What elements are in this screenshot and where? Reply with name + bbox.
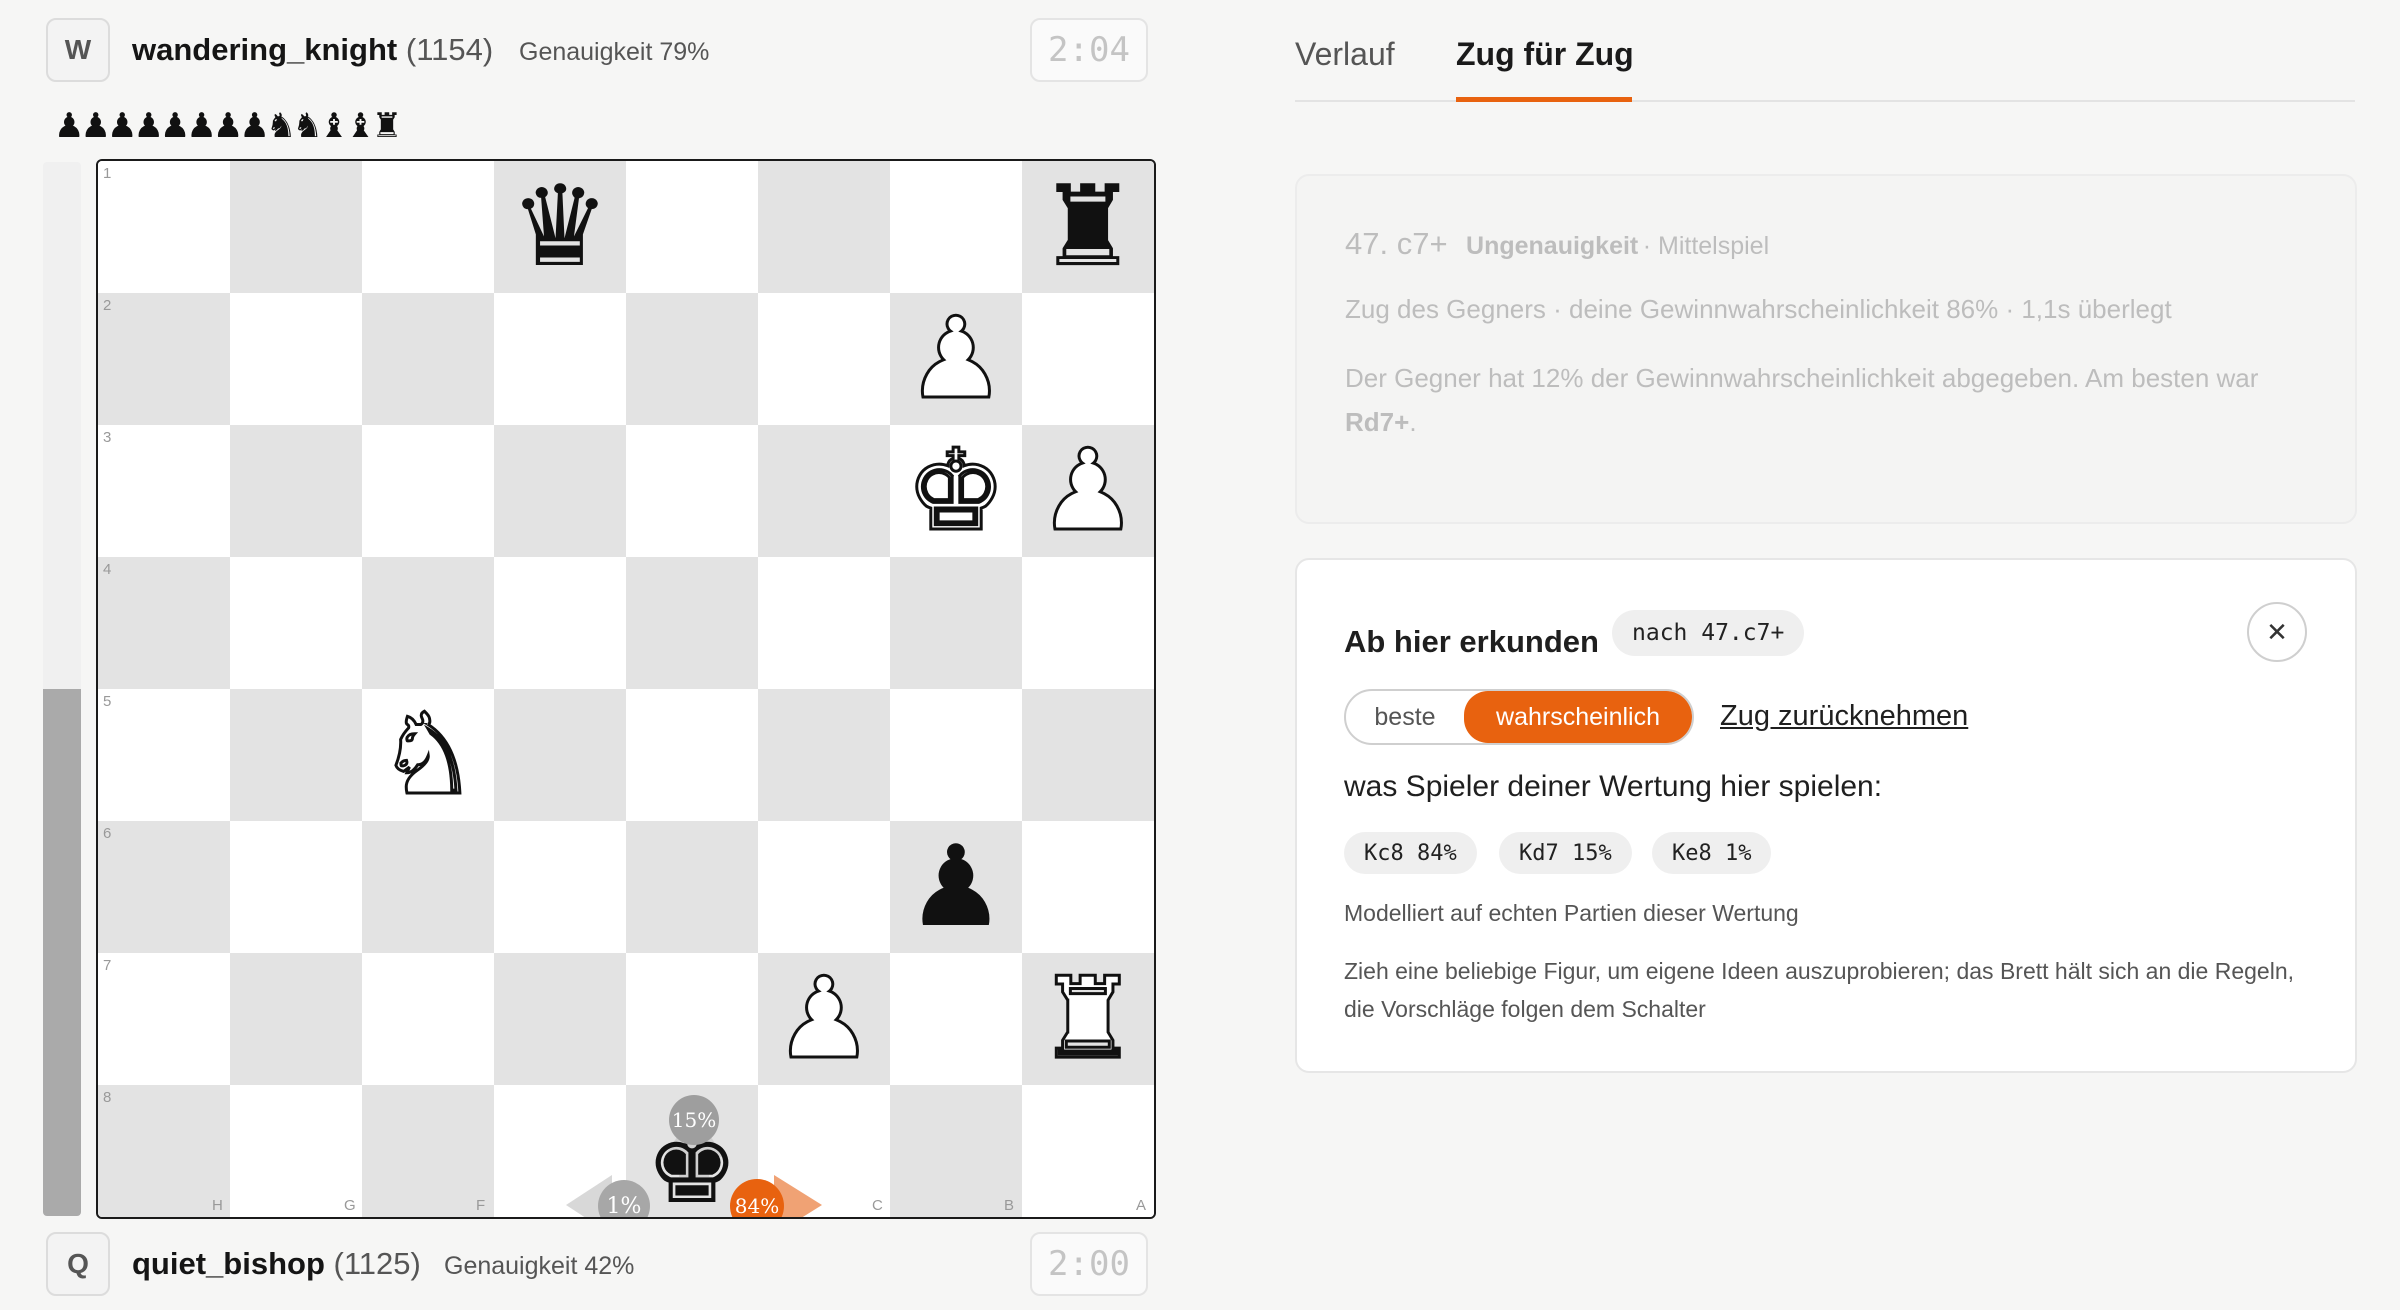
best-move: Rd7+: [1345, 407, 1410, 437]
undo-move-link[interactable]: Zug zurücknehmen: [1720, 700, 1968, 733]
move-heading: 47. c7+ Ungenauigkeit · Mittelspiel: [1345, 226, 1769, 262]
model-note: Modelliert auf echten Partien dieser Wer…: [1344, 900, 1799, 926]
toggle-option-best[interactable]: beste: [1346, 691, 1464, 743]
suggestion-mode-toggle[interactable]: beste wahrscheinlich: [1344, 689, 1694, 745]
explore-help-text: Zieh eine beliebige Figur, um eigene Ide…: [1344, 958, 2294, 1022]
bottom-player-rating: (1125): [333, 1246, 421, 1281]
move-info: Zug des Gegners · deine Gewinnwahrschein…: [1345, 294, 2172, 324]
explore-title: Ab hier erkunden: [1344, 624, 1599, 659]
bottom-player-avatar: Q: [46, 1232, 110, 1296]
active-tab-indicator: [1456, 97, 1632, 102]
tab-zug-fuer-zug[interactable]: Zug für Zug: [1456, 36, 1634, 73]
hint-badge-up[interactable]: 15%: [669, 1095, 719, 1145]
candidate-move-ke8[interactable]: Ke8 1%: [1652, 832, 1772, 874]
after-move-tag: nach 47.c7+: [1612, 610, 1805, 656]
top-player-username: wandering_knight: [132, 32, 398, 67]
top-player-rating: (1154): [405, 32, 494, 67]
move-comment: Der Gegner hat 12% der Gewinnwahrscheinl…: [1345, 356, 2305, 444]
explore-question: was Spieler deiner Wertung hier spielen:: [1344, 770, 1883, 803]
chess-board[interactable]: 1 2 3 4 5 6 7 8 H G F E D C B A ♛ ♜ ♟ ♚ …: [96, 159, 1156, 1219]
top-player-clock: 2:04: [1030, 18, 1148, 82]
top-player-accuracy: Genauigkeit 79%: [519, 38, 710, 66]
bottom-player-clock: 2:00: [1030, 1232, 1148, 1296]
tab-verlauf[interactable]: Verlauf: [1295, 36, 1395, 73]
move-analysis-card: 47. c7+ Ungenauigkeit · Mittelspiel Zug …: [1295, 174, 2357, 524]
bottom-player-username: quiet_bishop: [132, 1246, 325, 1281]
move-classification: Ungenauigkeit: [1466, 232, 1639, 260]
candidate-move-kd7[interactable]: Kd7 15%: [1499, 832, 1632, 874]
captured-pieces: ♟♟♟♟♟♟♟♟♞♞♝♝♜: [54, 106, 402, 146]
evaluation-bar-fill: [43, 689, 81, 1216]
bottom-player-name: quiet_bishop (1125): [132, 1246, 421, 1282]
tabs-divider: [1295, 100, 2355, 102]
evaluation-bar: [43, 162, 81, 1216]
candidate-move-kc8[interactable]: Kc8 84%: [1344, 832, 1477, 874]
move-notation: 47. c7+: [1345, 226, 1448, 261]
top-player-avatar: W: [46, 18, 110, 82]
move-hint-arrows: [566, 1111, 822, 1217]
move-comment-text: Der Gegner hat 12% der Gewinnwahrscheinl…: [1345, 363, 2259, 393]
move-comment-end: .: [1409, 407, 1417, 437]
toggle-option-likely[interactable]: wahrscheinlich: [1464, 691, 1692, 743]
bottom-player-accuracy: Genauigkeit 42%: [444, 1252, 635, 1280]
close-icon[interactable]: ✕: [2247, 602, 2307, 662]
game-phase: · Mittelspiel: [1642, 232, 1770, 260]
top-player-name: wandering_knight (1154): [132, 32, 493, 68]
